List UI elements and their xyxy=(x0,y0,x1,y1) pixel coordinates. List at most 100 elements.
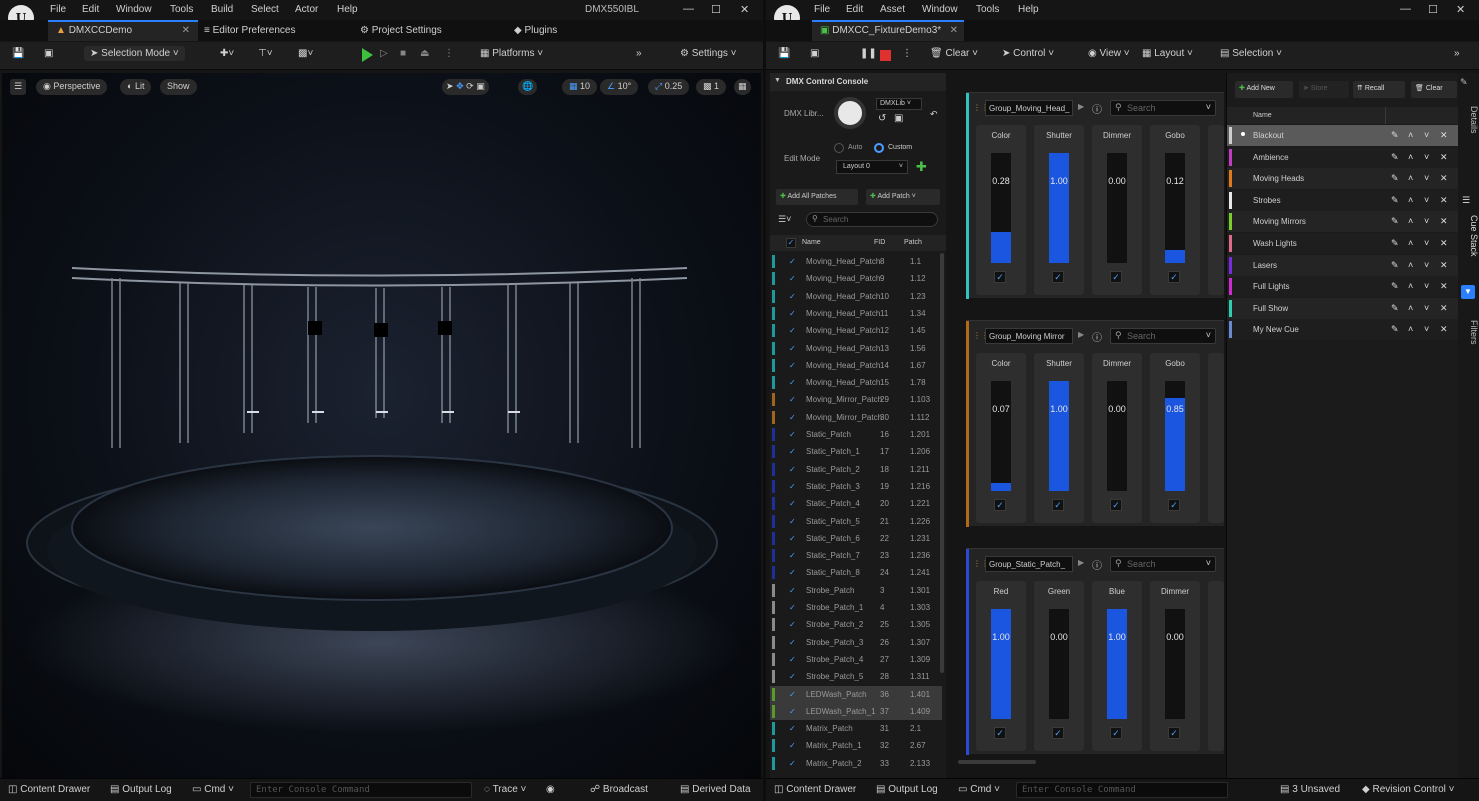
console-input[interactable]: Enter Console Command xyxy=(250,782,472,798)
save-icon[interactable]: 💾 xyxy=(778,48,790,59)
tab-editor-preferences[interactable]: ≡ Editor Preferences xyxy=(196,20,303,41)
tab-plugins[interactable]: ◆ Plugins xyxy=(506,20,565,41)
record-icon[interactable]: ◉ xyxy=(546,784,555,795)
cue-row[interactable]: Moving Mirrors ✎ ˄ ˅ ✕ xyxy=(1227,211,1459,233)
lit-button[interactable]: ◐ Lit xyxy=(120,79,152,95)
patch-row[interactable]: ✓ Moving_Head_Patch 11 1.34 xyxy=(770,305,942,322)
fader-track[interactable] xyxy=(991,153,1011,263)
edit-icon[interactable]: ✎ xyxy=(1391,238,1399,249)
revision-control-button[interactable]: ◆ Revision Control ˅ xyxy=(1362,784,1454,795)
fader-track[interactable] xyxy=(1107,153,1127,263)
patch-checkbox[interactable]: ✓ xyxy=(789,413,798,422)
use-selected-icon[interactable]: ↺ xyxy=(878,113,886,124)
fader-enable-checkbox[interactable]: ✓ xyxy=(1052,271,1064,283)
info-icon[interactable]: ⓘ xyxy=(1092,101,1102,116)
patch-row[interactable]: ✓ Strobe_Patch_3 26 1.307 xyxy=(770,634,942,651)
fader-enable-checkbox[interactable]: ✓ xyxy=(1052,499,1064,511)
view-dropdown[interactable]: ◉ View ˅ xyxy=(1088,48,1130,59)
delete-icon[interactable]: ✕ xyxy=(1440,324,1448,335)
move-down-icon[interactable]: ˅ xyxy=(1424,303,1429,313)
delete-icon[interactable]: ✕ xyxy=(1440,238,1448,249)
expand-arrow-icon[interactable]: ▶ xyxy=(1078,330,1084,339)
delete-icon[interactable]: ✕ xyxy=(1440,260,1448,271)
close-icon[interactable]: ✕ xyxy=(740,3,749,16)
patch-checkbox[interactable]: ✓ xyxy=(789,568,798,577)
clear-dropdown[interactable]: 🗑 Clear ˅ xyxy=(930,48,978,59)
add-actor-icon[interactable]: ✚˅ xyxy=(220,48,234,59)
maximize-icon[interactable]: ☐ xyxy=(1428,3,1438,16)
fader-enable-checkbox[interactable]: ✓ xyxy=(1168,271,1180,283)
add-layout-icon[interactable]: ✚ xyxy=(916,159,927,175)
groups-scrollbar[interactable] xyxy=(958,760,1036,764)
edit-icon[interactable]: ✎ xyxy=(1391,195,1399,206)
world-icon[interactable]: 🌐 xyxy=(518,79,538,95)
angle-snap-button[interactable]: ∠ 10° xyxy=(600,79,639,95)
rotate-icon[interactable]: ⟳ xyxy=(466,81,474,91)
patch-checkbox[interactable]: ✓ xyxy=(789,586,798,595)
edit-icon[interactable]: ✎ xyxy=(1391,303,1399,314)
patch-row[interactable]: ✓ Strobe_Patch_4 27 1.309 xyxy=(770,651,942,668)
group-search-input[interactable]: ⚲ Search ˅ xyxy=(1110,328,1216,344)
fader-enable-checkbox[interactable]: ✓ xyxy=(994,499,1006,511)
menu-help[interactable]: Help xyxy=(337,4,358,15)
perspective-button[interactable]: ◉ Perspective xyxy=(36,79,108,95)
cue-row[interactable]: Full Lights ✎ ˄ ˅ ✕ xyxy=(1227,276,1459,298)
patch-row[interactable]: ✓ Static_Patch_1 17 1.206 xyxy=(770,443,942,460)
move-icon[interactable]: ✥ xyxy=(456,81,464,91)
patch-checkbox[interactable]: ✓ xyxy=(789,759,798,768)
layout-dropdown[interactable]: ▦ Layout ˅ xyxy=(1142,48,1193,59)
select-all-checkbox[interactable]: ✓ xyxy=(786,238,796,248)
patch-row[interactable]: ✓ Strobe_Patch_5 28 1.311 xyxy=(770,668,942,685)
patch-checkbox[interactable]: ✓ xyxy=(789,344,798,353)
patch-checkbox[interactable]: ✓ xyxy=(789,672,798,681)
fader-track[interactable] xyxy=(1049,153,1069,263)
move-down-icon[interactable]: ˅ xyxy=(1424,281,1429,291)
content-icon[interactable]: ▣ xyxy=(44,48,53,59)
patch-row[interactable]: ✓ Matrix_Patch_2 33 2.133 xyxy=(770,755,942,772)
add-patch-button[interactable]: ✚ Add Patch ˅ xyxy=(866,189,940,205)
menu-window[interactable]: Window xyxy=(116,4,152,15)
tab-cue-stack[interactable]: Cue Stack xyxy=(1459,211,1479,261)
menu-edit[interactable]: Edit xyxy=(82,4,99,15)
filters-badge-icon[interactable]: ▼ xyxy=(1461,285,1475,299)
auto-radio[interactable] xyxy=(834,143,844,153)
move-down-icon[interactable]: ˅ xyxy=(1424,195,1429,205)
fader-enable-checkbox[interactable]: ✓ xyxy=(1110,727,1122,739)
patch-checkbox[interactable]: ✓ xyxy=(789,517,798,526)
scale-snap-button[interactable]: ⤢ 0.25 xyxy=(648,79,690,95)
patch-checkbox[interactable]: ✓ xyxy=(789,292,798,301)
patch-checkbox[interactable]: ✓ xyxy=(789,482,798,491)
patch-checkbox[interactable]: ✓ xyxy=(789,655,798,664)
output-log-button[interactable]: ▤ Output Log xyxy=(110,784,172,795)
collapse-icon[interactable]: ▼ xyxy=(774,77,781,84)
custom-radio[interactable] xyxy=(874,143,884,153)
fader-track[interactable] xyxy=(1165,153,1185,263)
fader-track[interactable] xyxy=(1165,609,1185,719)
cue-row[interactable]: My New Cue ✎ ˄ ˅ ✕ xyxy=(1227,319,1459,341)
select-icon[interactable]: ➤ xyxy=(446,81,454,91)
patch-row[interactable]: ✓ Moving_Head_Patch 12 1.45 xyxy=(770,322,942,339)
patch-checkbox[interactable]: ✓ xyxy=(789,378,798,387)
patch-checkbox[interactable]: ✓ xyxy=(789,274,798,283)
fader-enable-checkbox[interactable]: ✓ xyxy=(1168,499,1180,511)
patch-row[interactable]: ✓ Static_Patch 16 1.201 xyxy=(770,426,942,443)
fader[interactable]: Color 0.28 ✓ xyxy=(976,125,1026,295)
delete-icon[interactable]: ✕ xyxy=(1440,303,1448,314)
menu-help[interactable]: Help xyxy=(1018,4,1039,15)
patch-checkbox[interactable]: ✓ xyxy=(789,326,798,335)
menu-select[interactable]: Select xyxy=(251,4,279,15)
move-down-icon[interactable]: ˅ xyxy=(1424,260,1429,270)
edit-icon[interactable]: ✎ xyxy=(1391,260,1399,271)
move-down-icon[interactable]: ˅ xyxy=(1424,216,1429,226)
fader[interactable]: Shutter 1.00 ✓ xyxy=(1034,353,1084,523)
camera-speed-button[interactable]: ▩ 1 xyxy=(696,79,727,95)
recall-cue-button[interactable]: ⇈ Recall xyxy=(1353,81,1405,98)
fader[interactable]: Dimmer 0.00 ✓ xyxy=(1092,353,1142,523)
edit-icon[interactable]: ✎ xyxy=(1391,152,1399,163)
delete-icon[interactable]: ✕ xyxy=(1440,195,1448,206)
cue-row[interactable]: Moving Heads ✎ ˄ ˅ ✕ xyxy=(1227,168,1459,190)
browse-icon[interactable]: ▣ xyxy=(810,48,819,59)
patch-row[interactable]: ✓ Moving_Mirror_Patch 29 1.103 xyxy=(770,391,942,408)
menu-edit[interactable]: Edit xyxy=(846,4,863,15)
move-up-icon[interactable]: ˄ xyxy=(1408,152,1413,162)
